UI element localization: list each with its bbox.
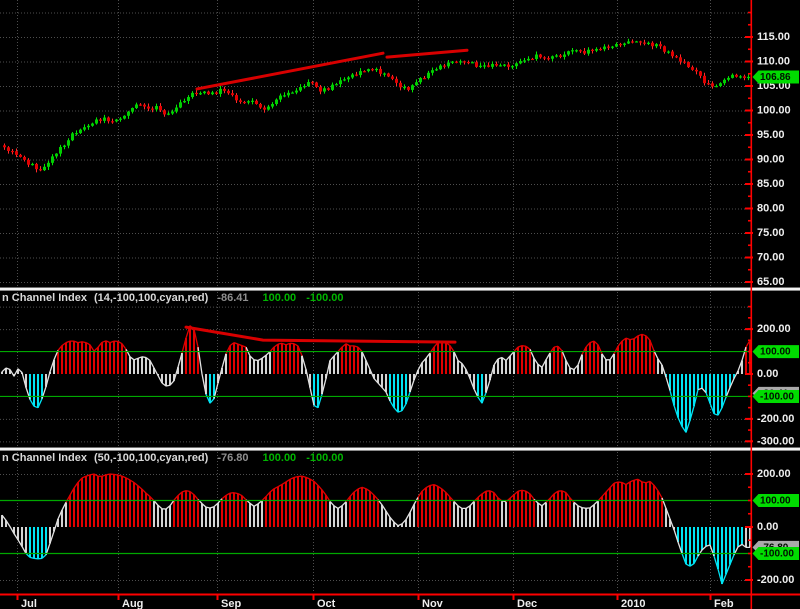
panel-separators <box>0 287 800 451</box>
x-axis: Jul Aug Sep Oct Nov Dec 2010 Feb <box>0 593 800 609</box>
month-label: Oct <box>317 598 336 609</box>
axis-label: 110.00 <box>757 56 790 68</box>
axis-label: -200.00 <box>757 574 794 586</box>
cci14-indicator-value: -86.41 <box>217 292 249 304</box>
month-label: Sep <box>221 598 241 609</box>
axis-label: 200.00 <box>757 468 791 480</box>
axis-label: 80.00 <box>757 203 785 215</box>
axis-label: 0.00 <box>757 521 778 533</box>
month-label: Dec <box>517 598 537 609</box>
axis-label: 70.00 <box>757 252 785 264</box>
month-label: 2010 <box>621 598 645 609</box>
axis-label: -200.00 <box>757 413 794 425</box>
svg-text:-100.00: -100.00 <box>760 392 794 403</box>
month-label: Aug <box>122 598 143 609</box>
cci50-level-high-label: 100.00 <box>262 452 297 464</box>
cci14-header: n Channel Index (14,-100,100,cyan,red) -86… <box>2 292 344 304</box>
cci50-header: n Channel Index (50,-100,100,cyan,red) -76… <box>2 452 344 464</box>
axis-label: 85.00 <box>757 178 785 190</box>
cci50-level-low-label: -100.00 <box>306 452 344 464</box>
month-label: Nov <box>422 598 444 609</box>
axis-label: 90.00 <box>757 154 785 166</box>
svg-text:100.00: 100.00 <box>760 496 791 507</box>
axis-label: 0.00 <box>757 368 778 380</box>
cci14-indicator-name: n Channel Index <box>2 292 87 304</box>
price-tag: 106.86 <box>752 70 799 84</box>
axis-label: 100.00 <box>757 105 791 117</box>
month-label: Jul <box>21 598 37 609</box>
axis-label: 75.00 <box>757 227 785 239</box>
cci50-indicator-value: -76.80 <box>217 452 249 464</box>
cci50-bars <box>1 474 751 584</box>
trading-chart-window: Jul Aug Sep Oct Nov Dec 2010 Feb 115.00 110.00 105… <box>0 0 800 609</box>
axis-label: -300.00 <box>757 435 794 447</box>
cci50-indicator-name: n Channel Index <box>2 452 87 464</box>
axis-label: 200.00 <box>757 323 791 335</box>
axis-label: 95.00 <box>757 129 785 141</box>
axis-label: 65.00 <box>757 276 785 288</box>
right-axis: 115.00110.00105.00100.0095.0090.0085.008… <box>745 0 794 609</box>
cci14-level-high-label: 100.00 <box>262 292 297 304</box>
axis-label: 115.00 <box>757 31 790 43</box>
cci50-indicator-params: (50,-100,100,cyan,red) <box>93 452 209 464</box>
svg-text:-100.00: -100.00 <box>760 549 794 560</box>
svg-text:106.86: 106.86 <box>760 72 791 83</box>
cci14-level-low-label: -100.00 <box>306 292 344 304</box>
month-label: Feb <box>714 598 734 609</box>
svg-text:100.00: 100.00 <box>760 347 791 358</box>
cci14-indicator-params: (14,-100,100,cyan,red) <box>93 292 209 304</box>
candlestick-series <box>3 38 750 173</box>
chart-canvas[interactable]: Jul Aug Sep Oct Nov Dec 2010 Feb115.00110.00105… <box>0 0 800 609</box>
